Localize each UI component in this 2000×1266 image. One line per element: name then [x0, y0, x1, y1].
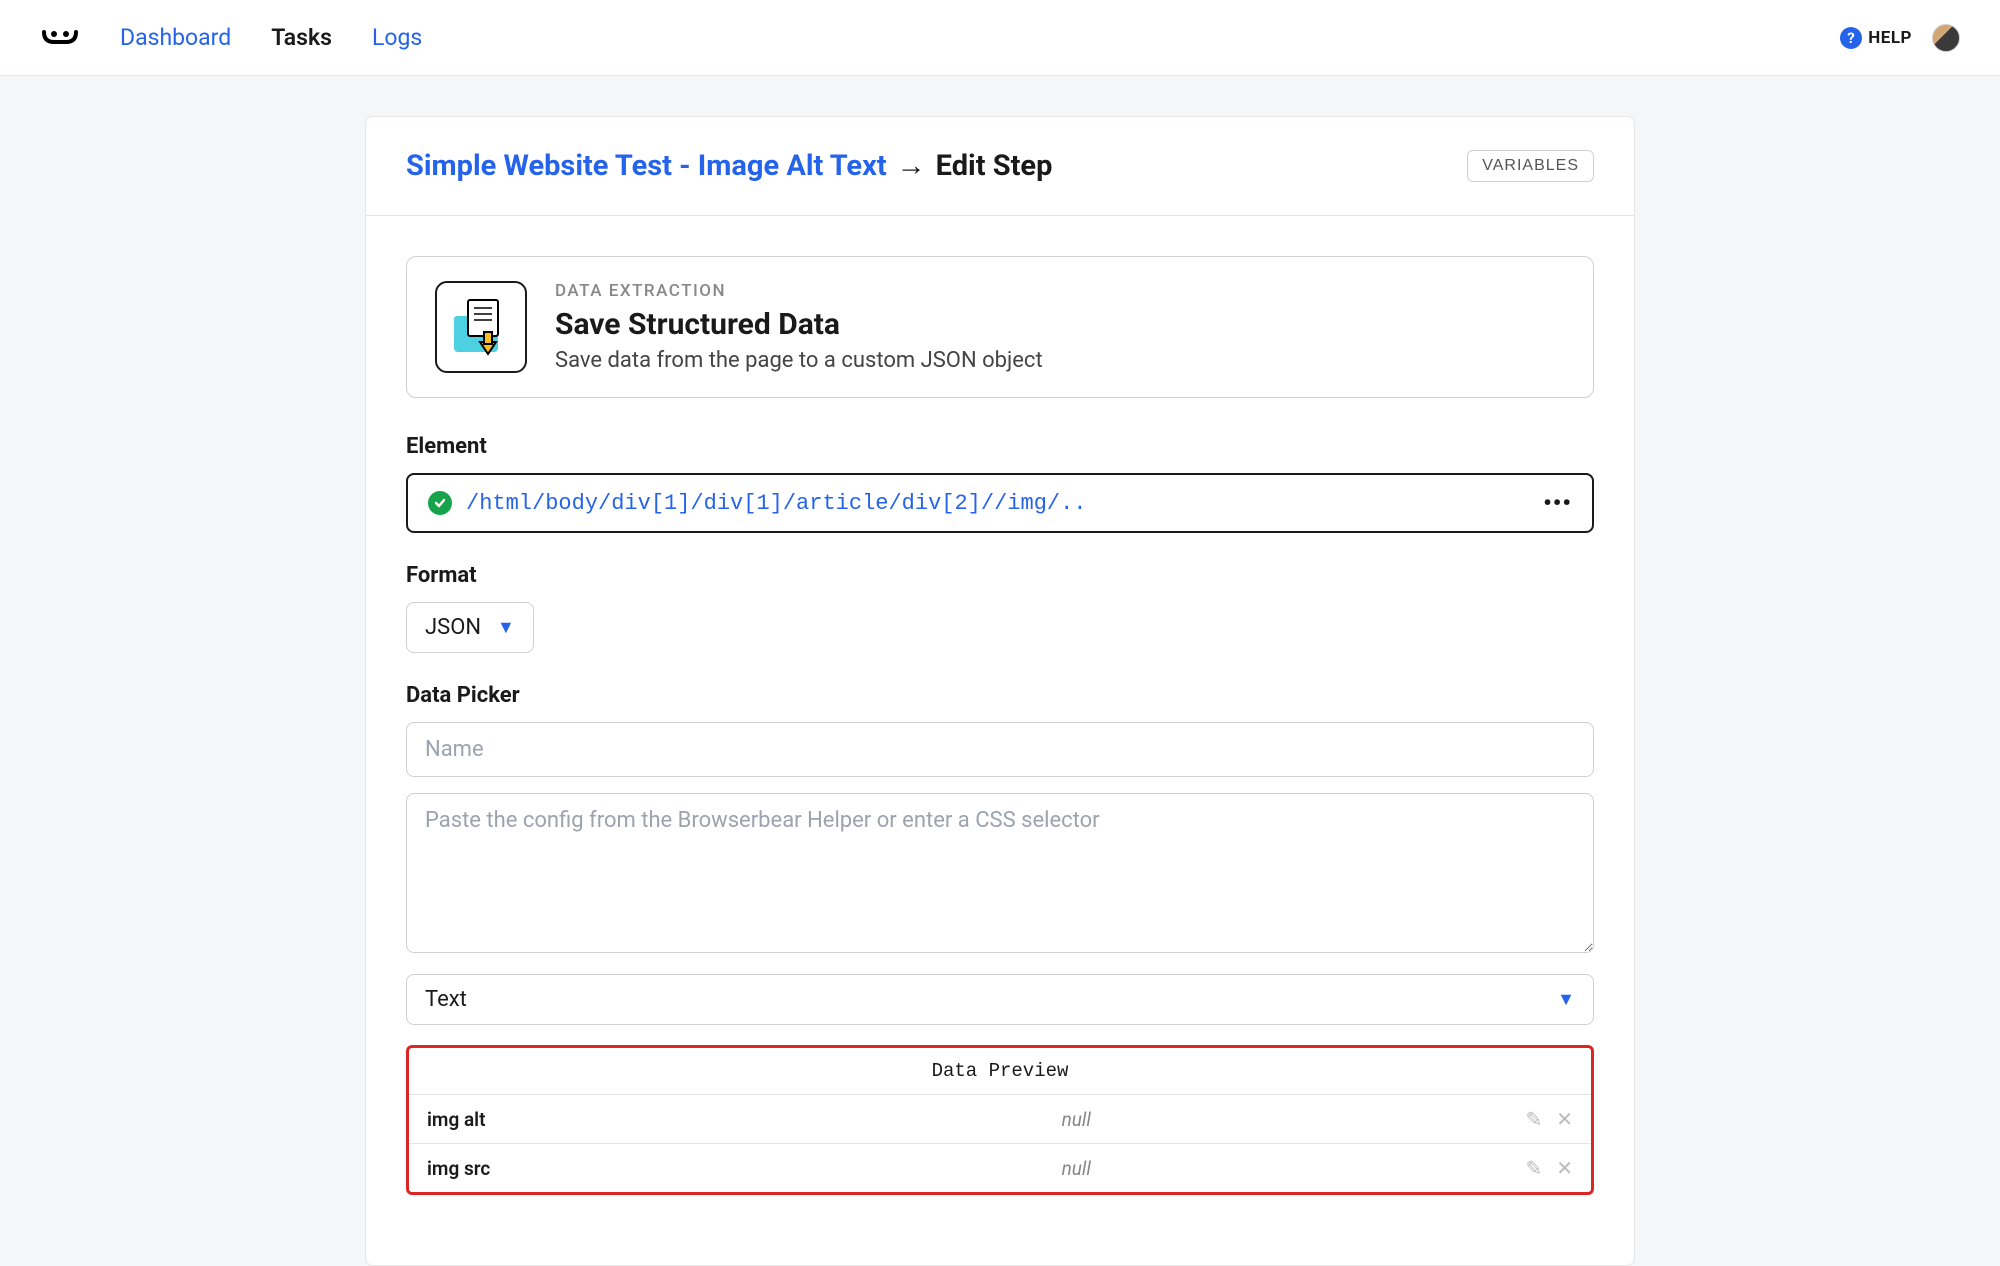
chevron-down-icon: ▼: [1557, 989, 1575, 1010]
main-panel: Simple Website Test - Image Alt Text → E…: [365, 116, 1635, 1266]
name-input[interactable]: [406, 722, 1594, 777]
chevron-down-icon: ▼: [497, 617, 515, 638]
preview-actions: ✎ ✕: [1525, 1107, 1573, 1131]
edit-icon[interactable]: ✎: [1525, 1156, 1542, 1180]
type-select[interactable]: Text ▼: [406, 974, 1594, 1025]
variables-button[interactable]: VARIABLES: [1467, 150, 1594, 182]
preview-key: img alt: [427, 1108, 627, 1131]
element-label: Element: [406, 434, 1594, 459]
breadcrumb: Simple Website Test - Image Alt Text → E…: [406, 149, 1052, 183]
data-preview-box: Data Preview img alt null ✎ ✕ img src nu…: [406, 1045, 1594, 1195]
edit-icon[interactable]: ✎: [1525, 1107, 1542, 1131]
close-icon[interactable]: ✕: [1556, 1156, 1573, 1180]
data-preview-title: Data Preview: [409, 1048, 1591, 1095]
nav-tasks[interactable]: Tasks: [271, 24, 332, 51]
help-button[interactable]: ? HELP: [1840, 27, 1912, 49]
table-row: img alt null ✎ ✕: [409, 1095, 1591, 1144]
config-textarea[interactable]: [406, 793, 1594, 953]
step-info: DATA EXTRACTION Save Structured Data Sav…: [555, 281, 1043, 373]
data-picker-field: Data Picker Text ▼ Data Preview img alt …: [406, 683, 1594, 1195]
check-icon: [428, 491, 452, 515]
preview-value: null: [627, 1108, 1525, 1131]
breadcrumb-link[interactable]: Simple Website Test - Image Alt Text: [406, 149, 887, 183]
nav-dashboard[interactable]: Dashboard: [120, 24, 231, 51]
preview-value: null: [627, 1157, 1525, 1180]
type-value: Text: [425, 987, 467, 1012]
breadcrumb-bar: Simple Website Test - Image Alt Text → E…: [366, 117, 1634, 216]
data-picker-label: Data Picker: [406, 683, 1594, 708]
top-header: Dashboard Tasks Logs ? HELP: [0, 0, 2000, 76]
avatar[interactable]: [1932, 24, 1960, 52]
main-nav: Dashboard Tasks Logs: [120, 24, 422, 51]
element-input-box[interactable]: /html/body/div[1]/div[1]/article/div[2]/…: [406, 473, 1594, 533]
more-icon[interactable]: •••: [1543, 489, 1572, 517]
format-label: Format: [406, 563, 1594, 588]
breadcrumb-current: Edit Step: [936, 149, 1053, 183]
format-field: Format JSON ▼: [406, 563, 1594, 653]
preview-key: img src: [427, 1157, 627, 1180]
format-select[interactable]: JSON ▼: [406, 602, 534, 653]
logo-icon[interactable]: [40, 24, 80, 52]
format-value: JSON: [425, 615, 481, 640]
help-label: HELP: [1868, 28, 1912, 48]
table-row: img src null ✎ ✕: [409, 1144, 1591, 1192]
arrow-right-icon: →: [897, 149, 926, 183]
step-eyebrow: DATA EXTRACTION: [555, 281, 1043, 301]
header-left: Dashboard Tasks Logs: [40, 24, 422, 52]
close-icon[interactable]: ✕: [1556, 1107, 1573, 1131]
help-icon: ?: [1840, 27, 1862, 49]
step-card: DATA EXTRACTION Save Structured Data Sav…: [406, 256, 1594, 398]
header-right: ? HELP: [1840, 24, 1960, 52]
panel-body: DATA EXTRACTION Save Structured Data Sav…: [366, 216, 1634, 1265]
nav-logs[interactable]: Logs: [372, 24, 422, 51]
element-xpath: /html/body/div[1]/div[1]/article/div[2]/…: [466, 491, 1529, 516]
step-title: Save Structured Data: [555, 307, 1043, 342]
preview-actions: ✎ ✕: [1525, 1156, 1573, 1180]
step-description: Save data from the page to a custom JSON…: [555, 348, 1043, 373]
element-field: Element /html/body/div[1]/div[1]/article…: [406, 434, 1594, 533]
save-data-icon: [435, 281, 527, 373]
